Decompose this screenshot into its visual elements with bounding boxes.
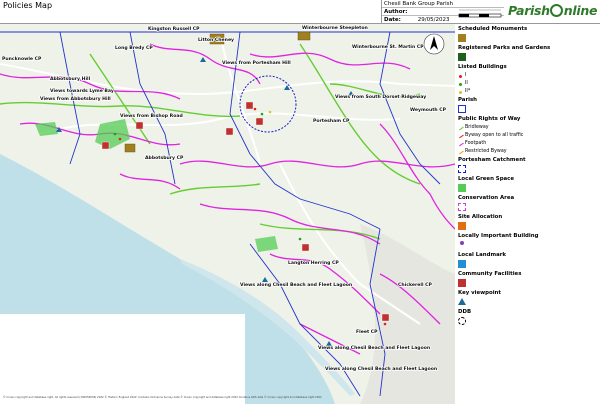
listed-building-marker [383, 322, 387, 326]
place-label: Views along Chesil Beach and Fleet Lagoo… [318, 345, 430, 351]
legend-swatch-icon [458, 184, 466, 192]
legend-label: Site Allocation [458, 214, 503, 220]
window-title: Policies Map [3, 1, 53, 10]
place-label: Winterbourne Steepleton [302, 25, 368, 31]
legend-swatch-icon [458, 165, 466, 173]
unmapped-area [0, 314, 245, 404]
legend-swatch-icon [458, 203, 466, 211]
community-facility-marker [381, 313, 390, 322]
legend-swatch-icon [458, 105, 466, 113]
legend-label: Scheduled Monuments [458, 26, 528, 32]
legend-label: Portesham Catchment [458, 157, 526, 163]
scale-bar-icon [458, 9, 502, 18]
legend-label: I [465, 73, 467, 78]
map-svg: Kingston Russell CP Litton Cheney Winter… [0, 24, 455, 404]
place-label: Views from Abbotsbury Hill [40, 96, 111, 102]
place-label: Puncknowle CP [2, 56, 42, 62]
place-label: Kingston Russell CP [148, 26, 200, 32]
community-facility-marker [245, 101, 254, 110]
map-canvas[interactable]: Kingston Russell CP Litton Cheney Winter… [0, 24, 455, 404]
legend-label: Community Facilities [458, 271, 522, 277]
logo-word-tail: nline [563, 3, 598, 18]
place-label: Fleet CP [356, 329, 378, 335]
legend-label: Byway open to all traffic [465, 133, 524, 138]
listed-dot-icon [459, 90, 462, 94]
listed-building-marker [268, 110, 272, 114]
date-value: 29/05/2023 [417, 17, 450, 23]
legend-swatch-icon [458, 317, 466, 325]
place-label: Abbotsbury CP [145, 155, 184, 161]
legend-label: Local Landmark [458, 252, 506, 258]
legend-label: Footpath [465, 141, 487, 146]
logo-o-icon [550, 4, 564, 17]
map-legend: Scheduled Monuments Registered Parks and … [455, 24, 600, 404]
legend-swatch-icon [458, 279, 466, 287]
policies-map-window: Policies Map Chesil Bank Group Parish Au… [0, 0, 600, 404]
legend-label: II [465, 81, 468, 86]
legend-label: II* [465, 89, 471, 94]
place-label: Chickerell CP [398, 282, 432, 288]
listed-dot-icon [459, 74, 462, 78]
community-facility-marker [225, 127, 234, 136]
community-facility-marker [301, 243, 310, 252]
place-label: Views towards Lyme Bay [50, 88, 114, 94]
place-label: Views along Chesil Beach and Fleet Lagoo… [325, 366, 437, 372]
parish-online-logo: Parish nline [508, 3, 598, 21]
logo-word-parish: Parish [508, 3, 550, 18]
legend-swatch-icon [458, 298, 466, 305]
legend-swatch-icon [458, 53, 466, 61]
community-facility-marker [255, 117, 264, 126]
place-label: Winterbourne St. Martin CP [352, 44, 424, 50]
legend-label: Restricted Byway [465, 149, 507, 154]
place-label: Views from Portesham Hill [222, 60, 291, 66]
legend-swatch-icon [458, 222, 466, 230]
listed-building-marker [298, 237, 302, 241]
place-label: Views from Bishop Road [120, 113, 183, 119]
author-label: Author: [384, 9, 408, 15]
listed-building-marker [113, 132, 117, 136]
legend-label: Conservation Area [458, 195, 515, 201]
legend-swatch-icon [460, 241, 464, 245]
legend-label: Bridleway [465, 125, 489, 130]
legend-label: Key viewpoint [458, 290, 501, 296]
legend-label: DDB [458, 309, 472, 315]
scheduled-monument [124, 143, 136, 153]
legend-label: Registered Parks and Gardens [458, 45, 551, 51]
community-facility-marker [135, 121, 144, 130]
legend-label: Parish [458, 97, 477, 103]
community-facility-marker [101, 141, 110, 150]
listed-building-marker [118, 137, 122, 141]
listed-building-marker [253, 107, 257, 111]
place-label: Weymouth CP [410, 107, 447, 113]
listed-building-marker [260, 112, 264, 116]
place-label: Views from South Dorset Ridgeway [335, 94, 426, 100]
path-line-icon [459, 126, 464, 131]
place-label: Portesham CP [313, 118, 350, 124]
listed-dot-icon [459, 82, 462, 86]
path-line-icon [459, 150, 464, 155]
legend-label: Locally Important Building [458, 233, 539, 239]
north-arrow-icon [423, 33, 445, 55]
legend-label: Public Rights of Way [458, 116, 521, 122]
legend-label: Listed Buildings [458, 64, 507, 70]
place-label: Long Bredy CP [115, 45, 153, 51]
place-label: Langton Herring CP [288, 260, 339, 266]
map-header: Policies Map Chesil Bank Group Parish Au… [0, 0, 600, 24]
place-label: Abbotsbury Hill [50, 76, 91, 82]
legend-swatch-icon [458, 34, 466, 42]
place-label: Views along Chesil Beach and Fleet Lagoo… [240, 282, 352, 288]
path-line-icon [459, 134, 464, 139]
scheduled-monument [297, 31, 311, 41]
date-label: Date: [384, 17, 401, 23]
place-label: Litton Cheney [198, 37, 234, 43]
legend-label: Local Green Space [458, 176, 515, 182]
path-line-icon [459, 142, 464, 147]
legend-swatch-icon [458, 260, 466, 268]
copyright-attribution: © Crown copyright and database right. Al… [3, 396, 322, 399]
